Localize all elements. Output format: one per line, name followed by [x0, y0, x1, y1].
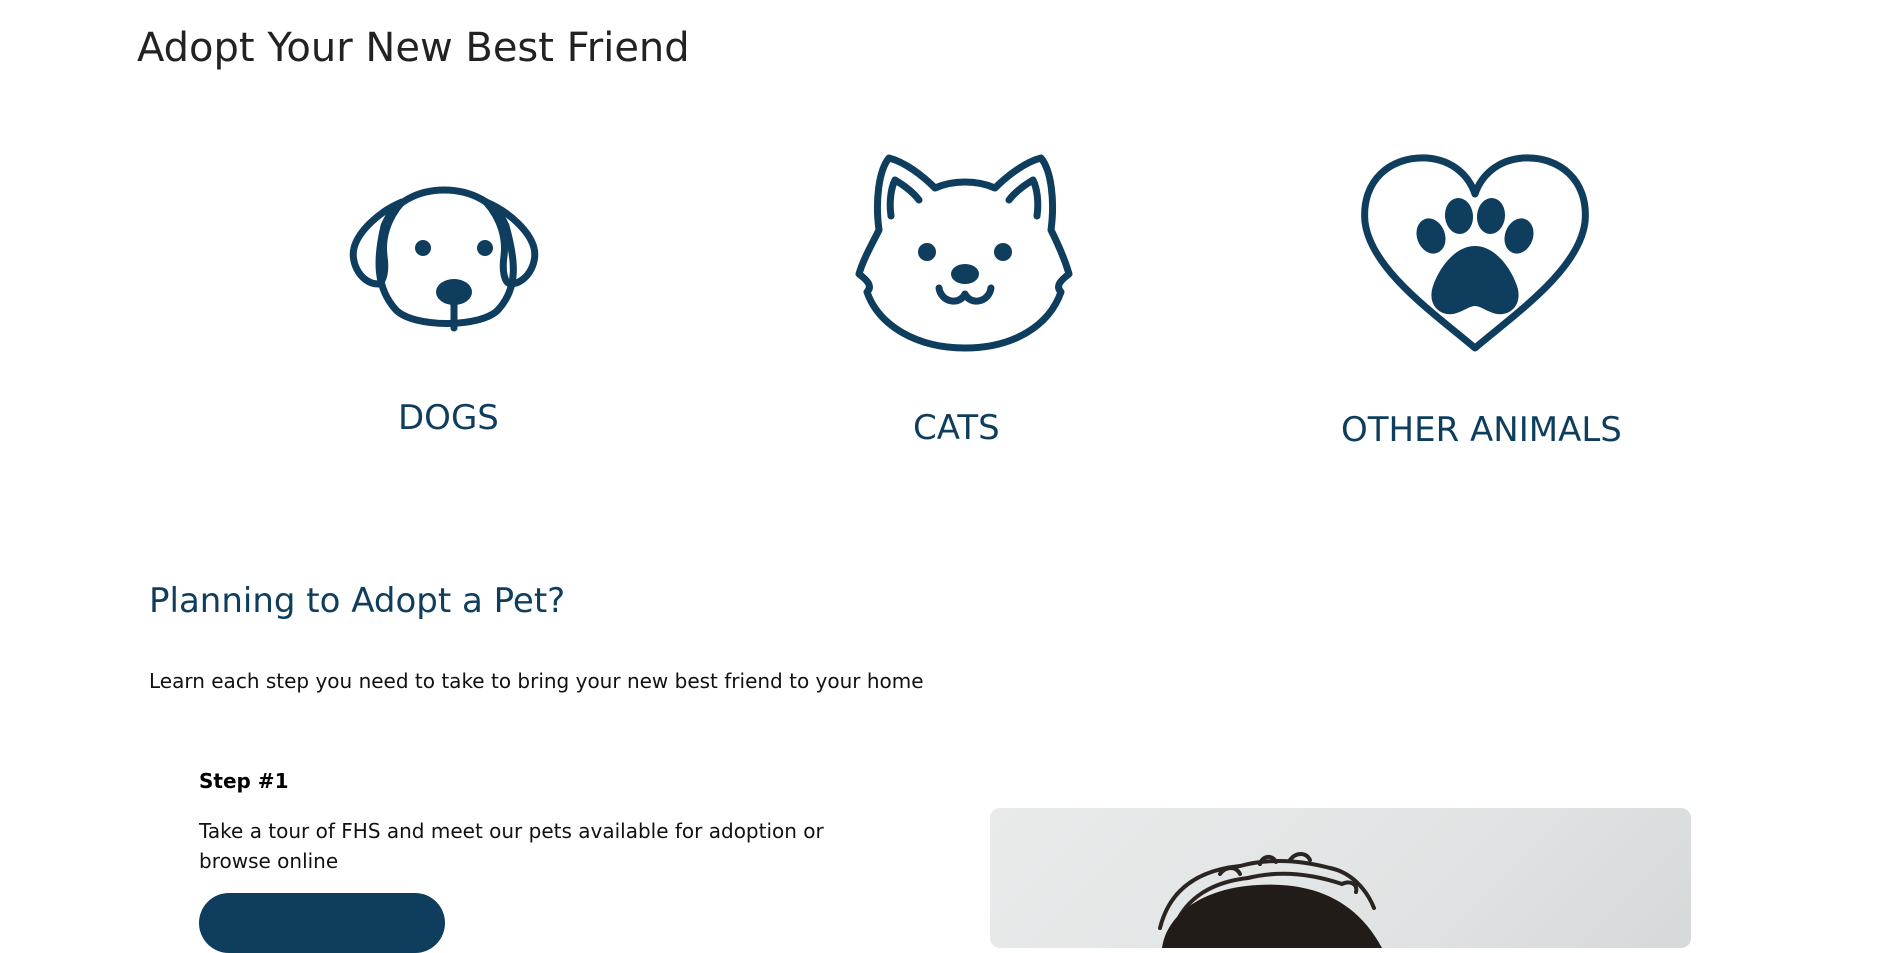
planning-section-intro: Learn each step you need to take to brin…	[149, 669, 924, 693]
paw-heart-icon	[1361, 154, 1589, 352]
person-hair-image	[1158, 852, 1382, 948]
step-label: Step #1	[199, 769, 289, 793]
step-action-button[interactable]	[199, 893, 445, 953]
category-dogs-link[interactable]: DOGS	[340, 160, 555, 440]
category-label-other-animals: OTHER ANIMALS	[1341, 410, 1622, 450]
planning-section-title: Planning to Adopt a Pet?	[149, 581, 566, 621]
category-cats-link[interactable]: CATS	[849, 150, 1079, 450]
category-label-cats: CATS	[913, 408, 1000, 448]
cat-icon	[855, 154, 1073, 352]
dog-icon	[349, 186, 539, 332]
category-label-dogs: DOGS	[398, 398, 499, 438]
step-description: Take a tour of FHS and meet our pets ava…	[199, 819, 824, 873]
category-other-animals-link[interactable]: OTHER ANIMALS	[1325, 150, 1625, 450]
page-title: Adopt Your New Best Friend	[137, 25, 690, 71]
step-photo	[990, 808, 1691, 948]
